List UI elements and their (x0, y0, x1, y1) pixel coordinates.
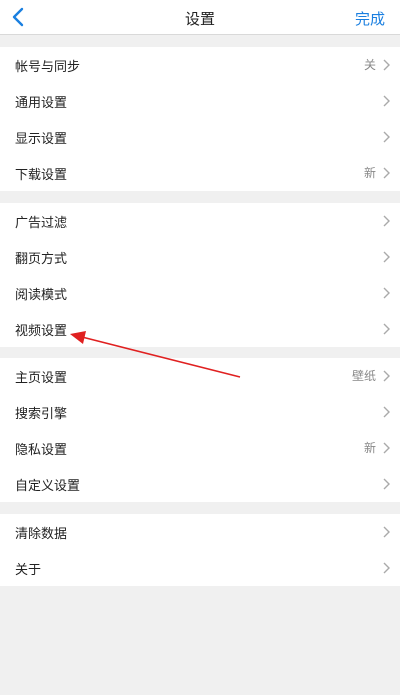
row-label: 翻页方式 (15, 252, 68, 267)
page-title: 设置 (184, 10, 215, 28)
row-value: 新 (363, 441, 376, 455)
settings-group-reading: 广告过滤 翻页方式 阅读模式 视频设置 (0, 203, 400, 347)
row-label: 帐号与同步 (15, 60, 81, 75)
chevron-right-icon (383, 95, 390, 107)
row-ad-filter[interactable]: 广告过滤 (0, 203, 400, 239)
row-label: 下载设置 (15, 168, 68, 183)
row-value: 壁纸 (351, 369, 376, 383)
chevron-right-icon (383, 215, 390, 227)
row-about[interactable]: 关于 (0, 550, 400, 586)
row-label: 通用设置 (15, 96, 68, 111)
row-label: 显示设置 (15, 132, 68, 147)
row-video-settings[interactable]: 视频设置 (0, 311, 400, 347)
row-label: 视频设置 (15, 324, 68, 339)
row-clear-data[interactable]: 清除数据 (0, 514, 400, 550)
row-download-settings[interactable]: 下载设置 新 (0, 155, 400, 191)
chevron-right-icon (383, 370, 390, 382)
row-display-settings[interactable]: 显示设置 (0, 119, 400, 155)
row-label: 自定义设置 (15, 479, 81, 494)
settings-group-misc: 清除数据 关于 (0, 514, 400, 586)
chevron-right-icon (383, 526, 390, 538)
row-general-settings[interactable]: 通用设置 (0, 83, 400, 119)
row-account-sync[interactable]: 帐号与同步 关 (0, 47, 400, 83)
row-label: 关于 (15, 563, 42, 578)
chevron-right-icon (383, 167, 390, 179)
chevron-right-icon (383, 406, 390, 418)
nav-bar: 设置 完成 (0, 0, 400, 35)
chevron-right-icon (383, 251, 390, 263)
row-custom-settings[interactable]: 自定义设置 (0, 466, 400, 502)
chevron-right-icon (383, 442, 390, 454)
row-homepage-settings[interactable]: 主页设置 壁纸 (0, 358, 400, 394)
chevron-right-icon (383, 131, 390, 143)
row-privacy-settings[interactable]: 隐私设置 新 (0, 430, 400, 466)
row-reading-mode[interactable]: 阅读模式 (0, 275, 400, 311)
settings-group-account: 帐号与同步 关 通用设置 显示设置 下载设置 新 (0, 47, 400, 191)
chevron-right-icon (383, 287, 390, 299)
settings-group-home: 主页设置 壁纸 搜索引擎 隐私设置 新 自定义设置 (0, 358, 400, 502)
chevron-right-icon (383, 323, 390, 335)
chevron-right-icon (383, 562, 390, 574)
chevron-right-icon (383, 478, 390, 490)
row-label: 阅读模式 (15, 288, 68, 303)
row-label: 隐私设置 (15, 443, 68, 458)
row-value: 新 (363, 166, 376, 180)
row-page-turn[interactable]: 翻页方式 (0, 239, 400, 275)
row-search-engine[interactable]: 搜索引擎 (0, 394, 400, 430)
chevron-right-icon (383, 59, 390, 71)
row-label: 广告过滤 (15, 216, 68, 231)
row-label: 主页设置 (15, 371, 68, 386)
row-label: 清除数据 (15, 527, 68, 542)
done-button[interactable]: 完成 (355, 8, 385, 29)
row-value: 关 (363, 58, 376, 72)
row-label: 搜索引擎 (15, 407, 68, 422)
